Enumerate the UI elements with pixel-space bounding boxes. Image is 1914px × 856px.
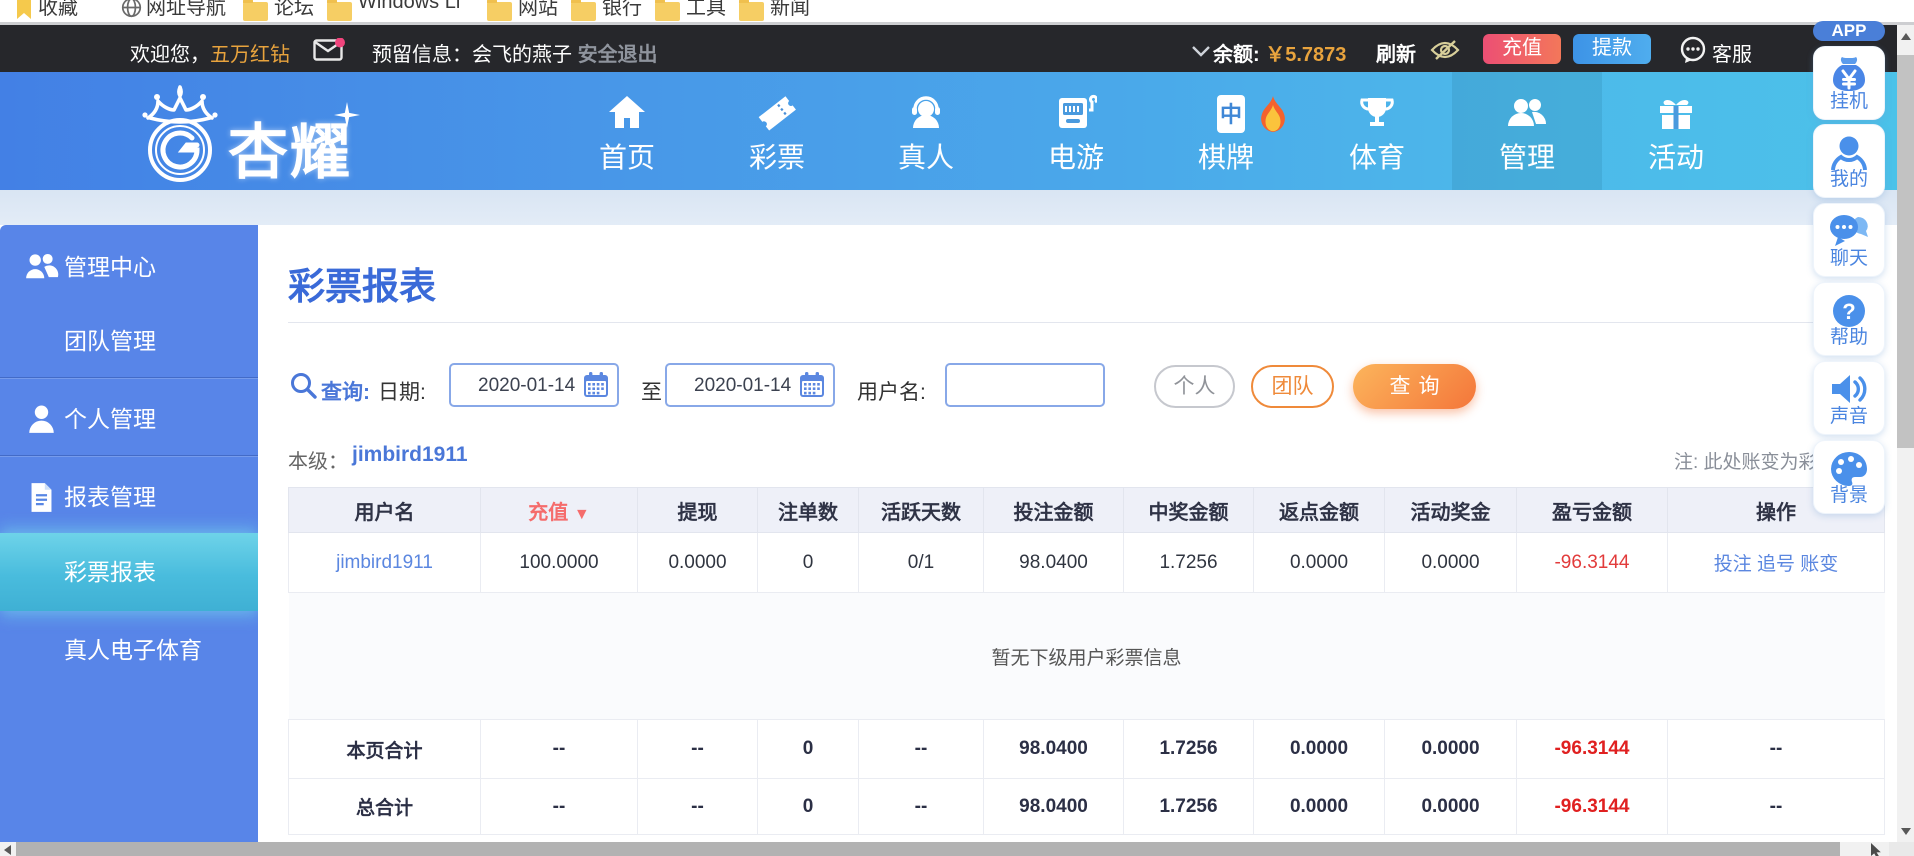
svg-text:中: 中 [1220, 102, 1242, 127]
svg-text:?: ? [1842, 299, 1855, 324]
